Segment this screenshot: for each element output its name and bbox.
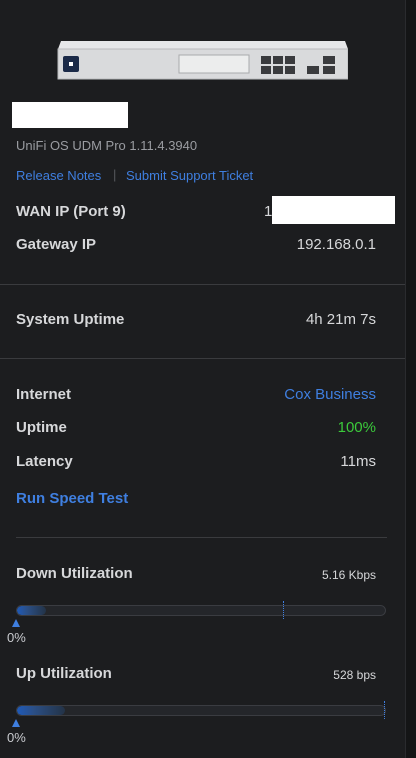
- latency-value: 11ms: [340, 453, 376, 470]
- isp-provider-link[interactable]: Cox Business: [284, 386, 376, 403]
- system-uptime-value: 4h 21m 7s: [305, 311, 376, 328]
- up-utilization-fill: [17, 706, 65, 715]
- down-utilization-pointer-icon: [12, 619, 20, 627]
- scrollbar[interactable]: [405, 0, 416, 758]
- down-utilization-percent: 0%: [7, 630, 26, 645]
- gateway-ip-label: Gateway IP: [16, 236, 97, 253]
- redacted-wan-ip: [272, 196, 395, 224]
- divider: [16, 537, 387, 538]
- down-utilization-rate: 5.16 Kbps: [321, 568, 376, 582]
- internet-uptime-label: Uptime: [16, 419, 67, 436]
- up-utilization-label: Up Utilization: [16, 665, 112, 682]
- system-uptime-label: System Uptime: [16, 311, 125, 328]
- up-utilization-pointer-icon: [12, 719, 20, 727]
- gateway-ip-value: 192.168.0.1: [296, 236, 376, 253]
- divider: [0, 358, 406, 359]
- latency-label: Latency: [16, 453, 73, 470]
- submit-support-ticket-link[interactable]: Submit Support Ticket: [126, 168, 253, 183]
- redacted-device-name: [12, 102, 128, 128]
- down-utilization-bar: [16, 605, 386, 616]
- internet-label: Internet: [16, 386, 72, 403]
- udm-pro-device-image: [57, 41, 348, 80]
- divider: [0, 284, 406, 285]
- down-utilization-label: Down Utilization: [16, 565, 133, 582]
- device-details-panel: UniFi OS UDM Pro 1.11.4.3940 Release Not…: [0, 0, 406, 758]
- os-version: UniFi OS UDM Pro 1.11.4.3940: [16, 138, 198, 153]
- up-utilization-peak-marker: [384, 701, 386, 719]
- up-utilization-rate: 528 bps: [333, 668, 376, 682]
- down-utilization-fill: [17, 606, 47, 615]
- release-notes-link[interactable]: Release Notes: [16, 168, 101, 183]
- run-speed-test-button[interactable]: Run Speed Test: [16, 490, 128, 507]
- down-utilization-peak-marker: [283, 601, 285, 619]
- up-utilization-bar: [16, 705, 386, 716]
- up-utilization-percent: 0%: [7, 730, 26, 745]
- internet-uptime-value: 100%: [337, 419, 376, 436]
- link-separator: |: [113, 167, 117, 182]
- wan-ip-label: WAN IP (Port 9): [16, 203, 126, 220]
